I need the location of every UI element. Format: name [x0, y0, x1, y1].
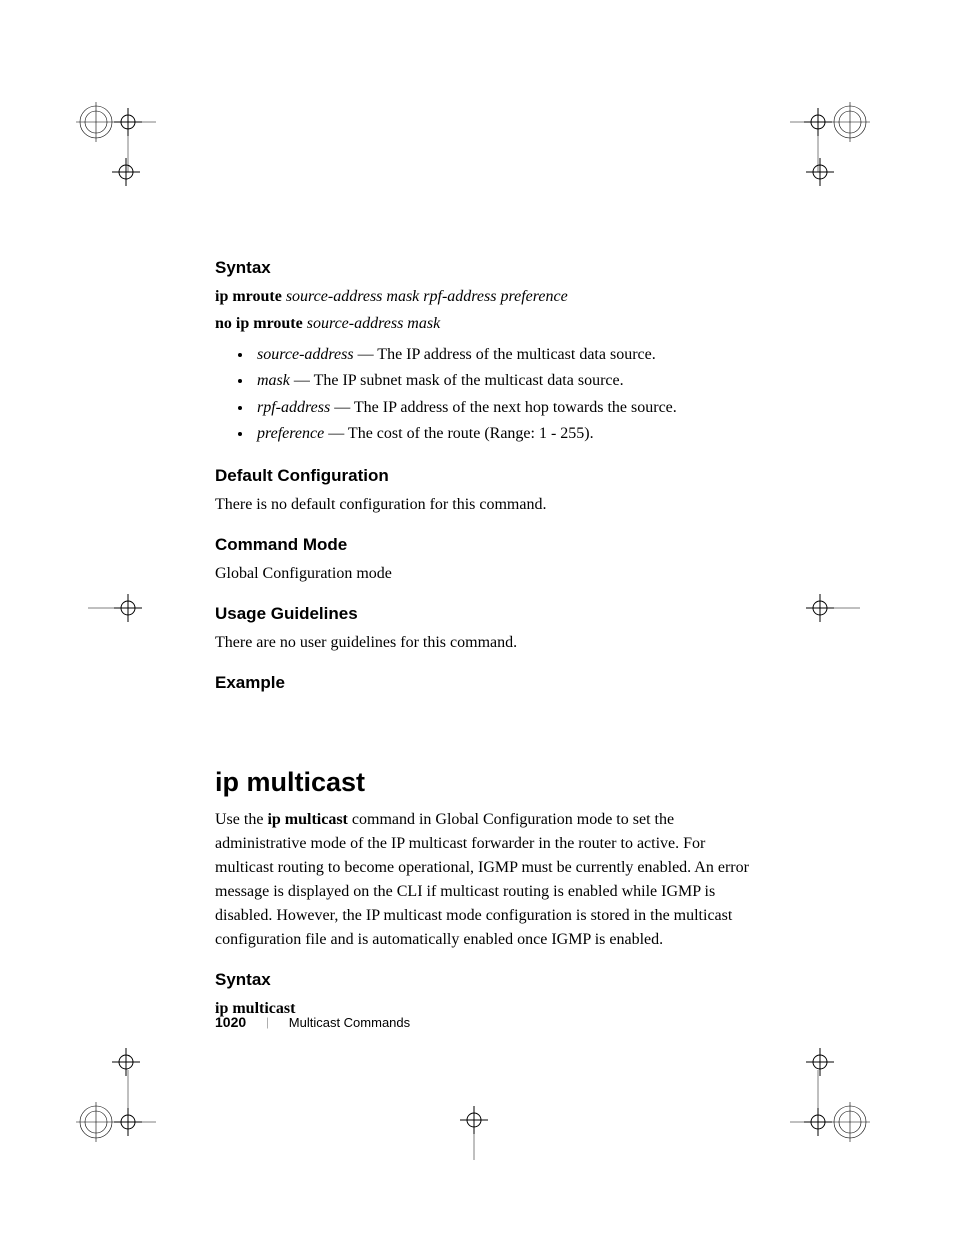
default-config-text: There is no default configuration for th… — [215, 493, 755, 517]
cmd-italic: source-address mask rpf-address preferen… — [286, 288, 568, 305]
list-item: source-address — The IP address of the m… — [253, 342, 755, 368]
param-list: source-address — The IP address of the m… — [215, 342, 755, 448]
footer: 1020 | Multicast Commands — [215, 1014, 410, 1030]
param-term: source-address — [257, 346, 354, 363]
syntax-heading: Syntax — [215, 258, 755, 278]
usage-text: There are no user guidelines for this co… — [215, 631, 755, 655]
main-content: Syntax ip mroute source-address mask rpf… — [215, 258, 755, 1039]
command-mode-heading: Command Mode — [215, 535, 755, 555]
ip-multicast-para: Use the ip multicast command in Global C… — [215, 808, 755, 952]
param-desc: — The cost of the route (Range: 1 - 255)… — [324, 425, 593, 442]
syntax2-heading: Syntax — [215, 970, 755, 990]
usage-section: Usage Guidelines There are no user guide… — [215, 604, 755, 655]
syntax2-section: Syntax ip multicast — [215, 970, 755, 1021]
param-desc: — The IP subnet mask of the multicast da… — [290, 372, 624, 389]
crop-mark-icon — [800, 152, 840, 192]
crop-mark-icon — [106, 152, 146, 192]
list-item: mask — The IP subnet mask of the multica… — [253, 368, 755, 394]
cmd-italic: source-address mask — [307, 315, 440, 332]
default-config-heading: Default Configuration — [215, 466, 755, 486]
footer-title: Multicast Commands — [289, 1015, 410, 1030]
cmd-bold: ip mroute — [215, 288, 286, 305]
param-desc: — The IP address of the multicast data s… — [354, 346, 656, 363]
para-bold: ip multicast — [267, 811, 347, 828]
crop-mark-corner-icon — [790, 1070, 870, 1150]
list-item: rpf-address — The IP address of the next… — [253, 395, 755, 421]
param-term: preference — [257, 425, 324, 442]
cmd-bold: no ip mroute — [215, 315, 307, 332]
crop-mark-icon — [88, 588, 148, 628]
default-config-section: Default Configuration There is no defaul… — [215, 466, 755, 517]
syntax-line-1: ip mroute source-address mask rpf-addres… — [215, 285, 755, 309]
command-mode-section: Command Mode Global Configuration mode — [215, 535, 755, 586]
crop-mark-corner-icon — [76, 1070, 156, 1150]
command-mode-text: Global Configuration mode — [215, 562, 755, 586]
crop-mark-icon — [800, 588, 860, 628]
crop-mark-icon — [454, 1100, 494, 1160]
para-post: command in Global Configuration mode to … — [215, 811, 749, 948]
syntax-line-2: no ip mroute source-address mask — [215, 312, 755, 336]
param-term: rpf-address — [257, 399, 330, 416]
example-heading: Example — [215, 673, 755, 693]
footer-separator: | — [266, 1014, 269, 1030]
page-number: 1020 — [215, 1014, 246, 1030]
ip-multicast-heading: ip multicast — [215, 767, 755, 798]
syntax-section: Syntax ip mroute source-address mask rpf… — [215, 258, 755, 448]
param-term: mask — [257, 372, 290, 389]
list-item: preference — The cost of the route (Rang… — [253, 421, 755, 447]
param-desc: — The IP address of the next hop towards… — [330, 399, 677, 416]
example-section: Example — [215, 673, 755, 693]
usage-heading: Usage Guidelines — [215, 604, 755, 624]
para-pre: Use the — [215, 811, 267, 828]
